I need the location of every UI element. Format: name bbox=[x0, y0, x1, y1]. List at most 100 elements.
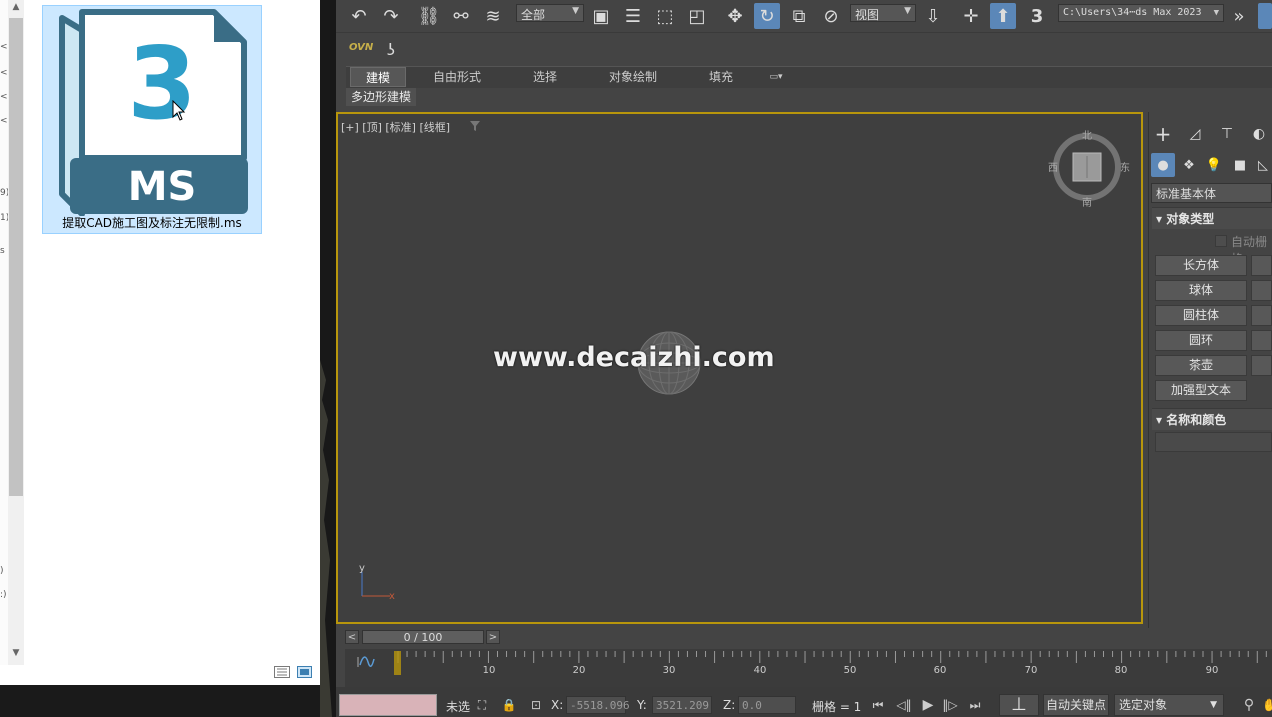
previous-frame-icon[interactable]: < bbox=[345, 630, 359, 644]
compass-north: 北 bbox=[1082, 130, 1092, 142]
icon-extension: MS bbox=[128, 164, 197, 210]
redo-icon[interactable]: ↷ bbox=[378, 3, 404, 29]
cameras-icon[interactable]: ■ bbox=[1228, 153, 1252, 177]
motion-tab-icon[interactable]: ◐ bbox=[1247, 122, 1271, 146]
cylinder-button[interactable]: 圆柱体 bbox=[1155, 305, 1247, 326]
viewport-filter-icon[interactable] bbox=[469, 120, 481, 132]
selection-filter-dropdown[interactable]: 全部 ▼ bbox=[516, 4, 584, 22]
next-key-icon[interactable]: ‖▷ bbox=[941, 696, 959, 714]
box-button[interactable]: 长方体 bbox=[1155, 255, 1247, 276]
tab-object-paint[interactable]: 对象绘制 bbox=[596, 67, 670, 87]
pan-icon[interactable]: ✋ bbox=[1262, 696, 1272, 714]
scroll-down-icon[interactable]: ▼ bbox=[8, 648, 24, 658]
go-to-end-icon[interactable]: ⏭ bbox=[966, 696, 984, 714]
reference-coordinate-dropdown[interactable]: 视图 ▼ bbox=[850, 4, 916, 22]
tab-populate[interactable]: 填充 bbox=[698, 67, 744, 87]
absolute-mode-icon[interactable]: ⊡ bbox=[527, 696, 545, 714]
lock-selection-icon[interactable]: 🔒 bbox=[500, 696, 518, 714]
chevron-down-icon: ▼ bbox=[904, 6, 911, 16]
move-icon[interactable]: ✥ bbox=[722, 3, 748, 29]
link-icon[interactable]: ⛓ bbox=[416, 3, 442, 29]
plane-button[interactable] bbox=[1251, 355, 1272, 376]
file-name-label: 提取CAD施工图及标注无限制.ms bbox=[62, 216, 242, 230]
previous-key-icon[interactable]: ◁‖ bbox=[895, 696, 913, 714]
autogrid-checkbox[interactable] bbox=[1215, 235, 1227, 247]
go-to-start-icon[interactable]: ⏮ bbox=[869, 696, 887, 714]
time-slider-thumb[interactable] bbox=[394, 651, 401, 675]
y-coordinate-field[interactable]: 3521.209 bbox=[652, 696, 712, 714]
scroll-up-icon[interactable]: ▲ bbox=[8, 2, 24, 12]
rotate-icon[interactable]: ↻ bbox=[754, 3, 780, 29]
strip-glyph: 1) bbox=[0, 213, 8, 223]
shapes-icon[interactable]: ❖ bbox=[1177, 153, 1201, 177]
snaps-toggle-icon[interactable]: 3 bbox=[1024, 3, 1050, 29]
strip-glyph: 9) bbox=[0, 188, 8, 198]
x-label: X: bbox=[551, 698, 564, 712]
sphere-button[interactable]: 球体 bbox=[1155, 280, 1247, 301]
zoom-icon[interactable]: ⚲ bbox=[1240, 696, 1258, 714]
more-tools-icon[interactable]: » bbox=[1226, 3, 1252, 29]
rectangular-selection-icon[interactable]: ⬚ bbox=[652, 3, 678, 29]
placement-icon[interactable]: ⊘ bbox=[818, 3, 844, 29]
geometry-icon[interactable]: ● bbox=[1151, 153, 1175, 177]
auto-key-button[interactable]: 自动关键点 bbox=[1043, 694, 1109, 716]
pyramid-button[interactable] bbox=[1251, 330, 1272, 351]
axis-y-label: y bbox=[359, 563, 365, 574]
create-tab-icon[interactable]: + bbox=[1151, 122, 1175, 146]
details-view-icon[interactable] bbox=[274, 666, 290, 678]
text-plus-button[interactable]: 加强型文本 bbox=[1155, 380, 1247, 401]
curve-editor-icon[interactable] bbox=[357, 655, 375, 669]
toolbar-edge-button[interactable] bbox=[1258, 3, 1272, 29]
tick-label: 80 bbox=[1115, 665, 1128, 676]
bind-spacewarp-icon[interactable]: ≋ bbox=[480, 3, 506, 29]
name-color-rollout[interactable]: ▾ 名称和颜色 bbox=[1152, 408, 1272, 430]
scale-icon[interactable]: ⧉ bbox=[786, 3, 812, 29]
torus-button[interactable]: 圆环 bbox=[1155, 330, 1247, 351]
scrollbar-thumb[interactable] bbox=[9, 18, 23, 496]
tab-modeling[interactable]: 建模 bbox=[350, 67, 406, 87]
lights-icon[interactable]: 💡 bbox=[1202, 153, 1226, 177]
ribbon-options-icon[interactable]: ▭▾ bbox=[762, 67, 790, 87]
play-icon[interactable]: ▶ bbox=[919, 696, 937, 714]
frame-counter[interactable]: 0 / 100 bbox=[362, 630, 484, 644]
axis-x-label: x bbox=[389, 591, 395, 602]
unlink-icon[interactable]: ⚯ bbox=[448, 3, 474, 29]
select-manipulate-icon[interactable]: ✛ bbox=[958, 3, 984, 29]
select-object-icon[interactable]: ▣ bbox=[588, 3, 614, 29]
large-icons-view-icon[interactable] bbox=[297, 666, 312, 678]
geosphere-button[interactable] bbox=[1251, 280, 1272, 301]
primitive-category-dropdown[interactable]: 标准基本体 bbox=[1151, 183, 1272, 203]
tab-freeform[interactable]: 自由形式 bbox=[420, 67, 494, 87]
set-key-icon[interactable]: ⊥ bbox=[999, 694, 1039, 716]
viewport-label[interactable]: [+] [顶] [标准] [线框] bbox=[341, 119, 450, 135]
z-coordinate-field[interactable]: 0.0 bbox=[738, 696, 796, 714]
undo-icon[interactable]: ↶ bbox=[346, 3, 372, 29]
strip-glyph: :) bbox=[0, 590, 7, 600]
object-name-input[interactable] bbox=[1155, 432, 1272, 452]
teapot-button[interactable]: 茶壶 bbox=[1155, 355, 1247, 376]
object-type-rollout[interactable]: ▾ 对象类型 bbox=[1152, 207, 1272, 229]
pivot-center-icon[interactable]: ⇩ bbox=[920, 3, 946, 29]
next-frame-icon[interactable]: > bbox=[486, 630, 500, 644]
hook-icon[interactable]: ʖ bbox=[378, 36, 404, 62]
project-path-dropdown[interactable]: C:\Users\34⋯ds Max 2023 ▼ bbox=[1058, 4, 1224, 22]
track-ruler[interactable]: 10 20 30 40 50 60 70 80 90 bbox=[394, 649, 1272, 687]
cone-button[interactable] bbox=[1251, 255, 1272, 276]
helpers-icon[interactable]: ◺ bbox=[1254, 153, 1272, 177]
select-by-name-icon[interactable]: ☰ bbox=[620, 3, 646, 29]
x-coordinate-field[interactable]: -5518.096 bbox=[566, 696, 630, 714]
maxscript-listener-box[interactable] bbox=[339, 694, 437, 716]
ribbon-sub-label[interactable]: 多边形建模 bbox=[346, 88, 416, 106]
tab-selection[interactable]: 选择 bbox=[518, 67, 572, 87]
key-filter-value: 选定对象 bbox=[1119, 698, 1168, 712]
modify-tab-icon[interactable]: ◿ bbox=[1183, 122, 1207, 146]
keyboard-shortcut-override-icon[interactable]: ⬆ bbox=[990, 3, 1016, 29]
key-filter-dropdown[interactable]: 选定对象 ▼ bbox=[1114, 694, 1224, 716]
ovn-label[interactable]: OVN bbox=[349, 42, 373, 53]
viewcube[interactable]: 北 南 东 西 bbox=[1046, 128, 1132, 210]
tube-button[interactable] bbox=[1251, 305, 1272, 326]
isolate-selection-icon[interactable]: ⛶ bbox=[473, 696, 491, 714]
window-crossing-icon[interactable]: ◰ bbox=[684, 3, 710, 29]
tick-label: 70 bbox=[1025, 665, 1038, 676]
hierarchy-tab-icon[interactable]: ⊤ bbox=[1215, 122, 1239, 146]
